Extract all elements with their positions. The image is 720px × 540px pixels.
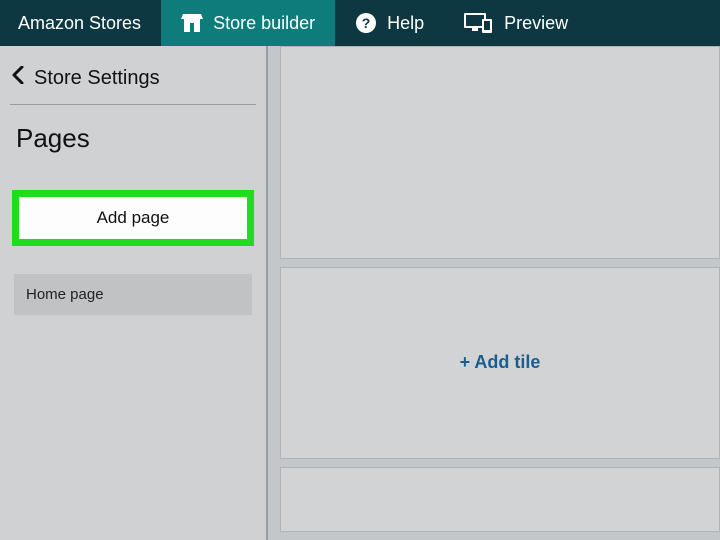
nav-preview[interactable]: Preview (444, 0, 588, 46)
svg-text:?: ? (362, 15, 371, 31)
add-page-highlight: Add page (12, 190, 254, 246)
canvas-tile[interactable] (280, 46, 720, 259)
pages-heading: Pages (16, 123, 256, 154)
add-page-button[interactable]: Add page (19, 197, 247, 239)
divider (10, 104, 256, 105)
sidebar: Store Settings Pages Add page Home page (0, 46, 268, 540)
nav-preview-label: Preview (504, 13, 568, 34)
help-icon: ? (355, 12, 377, 34)
top-nav: Amazon Stores Store builder ? Help Previ… (0, 0, 720, 46)
page-item-home[interactable]: Home page (14, 274, 252, 315)
devices-icon (464, 12, 494, 34)
nav-store-builder[interactable]: Store builder (161, 0, 335, 46)
page-item-label: Home page (26, 286, 104, 303)
nav-help-label: Help (387, 13, 424, 34)
chevron-left-icon (12, 66, 24, 90)
store-icon (181, 13, 203, 33)
canvas-tile[interactable] (280, 467, 720, 532)
canvas-tile-add[interactable]: + Add tile (280, 267, 720, 459)
main-area: Store Settings Pages Add page Home page … (0, 46, 720, 540)
store-settings-back[interactable]: Store Settings (10, 60, 256, 104)
nav-brand-label: Amazon Stores (18, 13, 141, 34)
store-settings-label: Store Settings (34, 67, 160, 90)
add-tile-button[interactable]: + Add tile (460, 352, 541, 373)
canvas-area: + Add tile (268, 46, 720, 540)
nav-help[interactable]: ? Help (335, 0, 444, 46)
nav-brand[interactable]: Amazon Stores (0, 0, 161, 46)
nav-store-builder-label: Store builder (213, 13, 315, 34)
